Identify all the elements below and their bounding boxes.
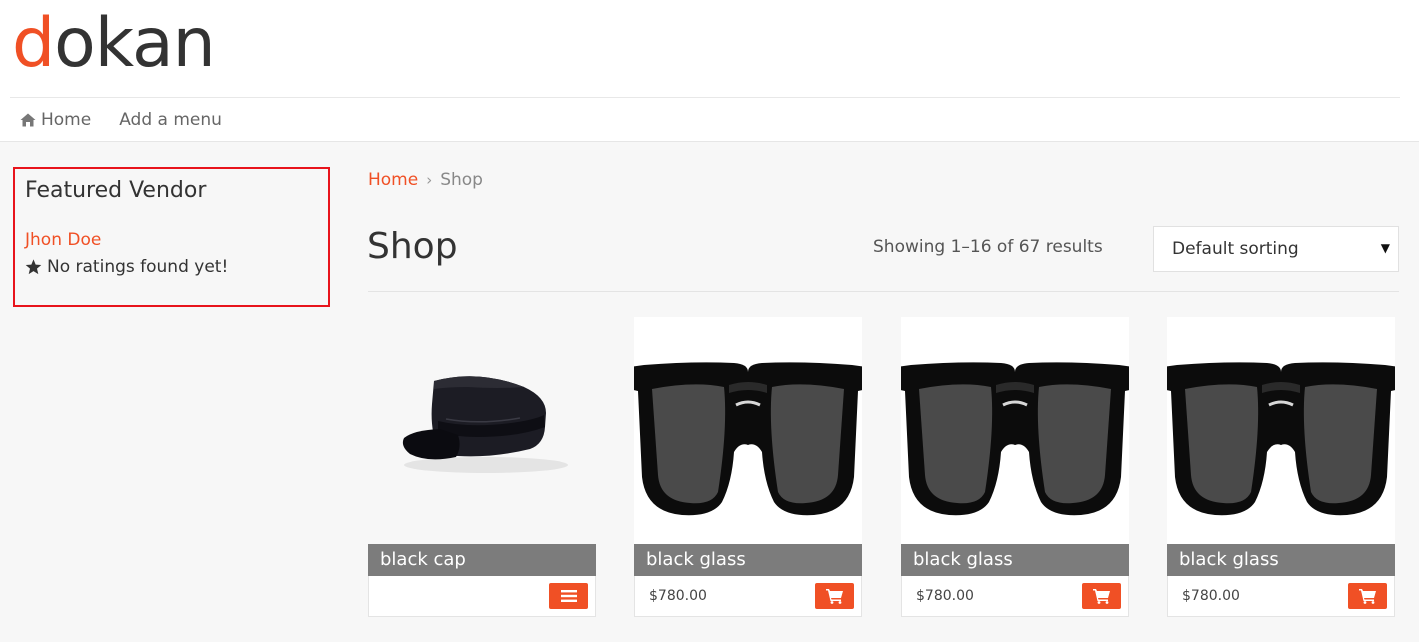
widget-title: Featured Vendor — [25, 178, 207, 203]
breadcrumb: Home › Shop — [368, 170, 483, 190]
vendor-link[interactable]: Jhon Doe — [25, 230, 101, 250]
product-price: $780.00 — [916, 588, 974, 604]
product-card: black glass $780.00 — [1167, 317, 1395, 617]
product-title[interactable]: black glass — [901, 544, 1129, 576]
nav-item-home[interactable]: Home — [20, 110, 91, 130]
product-title[interactable]: black cap — [368, 544, 596, 576]
dropdown-arrow-icon: ▼ — [1380, 241, 1390, 255]
home-icon — [20, 113, 36, 127]
dokan-logo[interactable]: dokan — [12, 4, 216, 84]
add-to-cart-button[interactable] — [815, 583, 854, 609]
add-to-cart-button[interactable] — [1348, 583, 1387, 609]
product-footer: $780.00 — [901, 576, 1129, 617]
product-card: black cap — [368, 317, 596, 617]
view-options-button[interactable] — [549, 583, 588, 609]
logo-accent-letter: d — [12, 4, 55, 83]
product-image[interactable] — [901, 317, 1129, 545]
cap-image — [402, 376, 568, 473]
sunglasses-image — [634, 317, 862, 545]
nav-item-label: Home — [41, 110, 92, 130]
product-title[interactable]: black glass — [634, 544, 862, 576]
product-title[interactable]: black glass — [1167, 544, 1395, 576]
nav-item-add-menu[interactable]: Add a menu — [119, 110, 222, 130]
cart-icon — [1359, 588, 1377, 604]
sunglasses-image — [901, 317, 1129, 545]
product-image[interactable] — [368, 317, 596, 545]
product-footer — [368, 576, 596, 617]
vendor-rating: No ratings found yet! — [25, 257, 228, 277]
product-card: black glass $780.00 — [634, 317, 862, 617]
breadcrumb-home-link[interactable]: Home — [368, 170, 418, 190]
product-footer: $780.00 — [634, 576, 862, 617]
page-title: Shop — [367, 226, 458, 267]
logo-text: okan — [54, 4, 216, 83]
breadcrumb-current: Shop — [440, 170, 483, 190]
product-price: $780.00 — [1182, 588, 1240, 604]
cart-icon — [1093, 588, 1111, 604]
product-card: black glass $780.00 — [901, 317, 1129, 617]
cart-icon — [826, 588, 844, 604]
product-image[interactable] — [634, 317, 862, 545]
product-footer: $780.00 — [1167, 576, 1395, 617]
menu-icon — [560, 590, 577, 602]
featured-vendor-widget: Featured Vendor Jhon Doe No ratings foun… — [13, 167, 330, 307]
product-image[interactable] — [1167, 317, 1395, 545]
rating-text: No ratings found yet! — [47, 257, 229, 277]
star-icon — [25, 259, 42, 275]
site-header: dokan Home Add a menu — [0, 0, 1419, 142]
main-navigation: Home Add a menu — [10, 97, 1400, 142]
result-count: Showing 1–16 of 67 results — [873, 237, 1103, 257]
sort-selected-value: Default sorting — [1172, 239, 1299, 259]
chevron-right-icon: › — [426, 171, 433, 189]
product-price: $780.00 — [649, 588, 707, 604]
nav-item-label: Add a menu — [119, 110, 222, 130]
sunglasses-image — [1167, 317, 1395, 545]
add-to-cart-button[interactable] — [1082, 583, 1121, 609]
divider — [368, 291, 1399, 292]
sort-dropdown[interactable]: Default sorting ▼ — [1153, 226, 1399, 272]
